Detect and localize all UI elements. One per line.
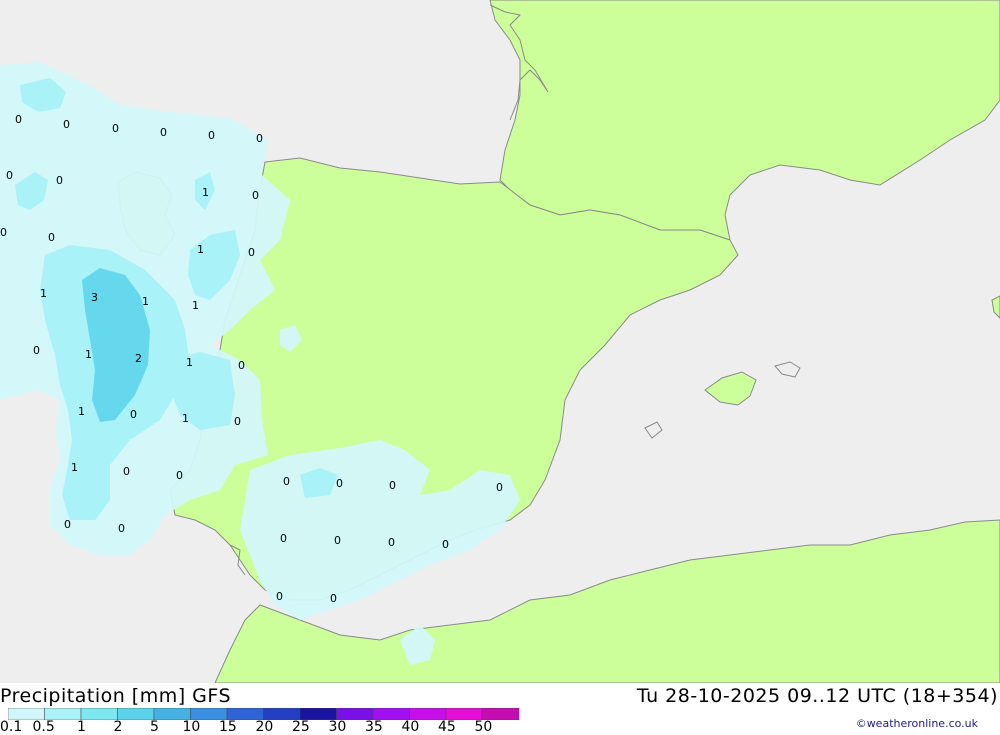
contour-label: 1: [142, 295, 149, 308]
contour-label: 0: [276, 590, 283, 603]
contour-label: 0: [15, 113, 22, 126]
contour-label: 0: [63, 118, 70, 131]
contour-label: 1: [182, 412, 189, 425]
credit-link[interactable]: ©weatheronline.co.uk: [856, 717, 978, 730]
contour-label: 0: [118, 522, 125, 535]
contour-label: 0: [6, 169, 13, 182]
contour-label: 0: [33, 344, 40, 357]
map-footer: Precipitation [mm] GFS Tu 28-10-2025 09.…: [0, 683, 1000, 735]
contour-label: 1: [85, 348, 92, 361]
contour-label: 1: [186, 356, 193, 369]
contour-label: 0: [442, 538, 449, 551]
contour-label: 0: [123, 465, 130, 478]
contour-label: 0: [256, 132, 263, 145]
scale-swatch: [80, 708, 118, 720]
contour-label: 1: [40, 287, 47, 300]
contour-label: 1: [202, 186, 209, 199]
contour-label: 0: [112, 122, 119, 135]
contour-label: 1: [71, 461, 78, 474]
contour-label: 0: [0, 226, 7, 239]
contour-label: 0: [330, 592, 337, 605]
contour-label: 0: [64, 518, 71, 531]
contour-label: 0: [238, 359, 245, 372]
contour-label: 2: [135, 352, 142, 365]
contour-label: 1: [192, 299, 199, 312]
contour-label: 0: [388, 536, 395, 549]
contour-label: 0: [248, 246, 255, 259]
contour-label: 1: [78, 405, 85, 418]
contour-label: 0: [48, 231, 55, 244]
contour-label: 0: [56, 174, 63, 187]
contour-label: 1: [197, 243, 204, 256]
precipitation-map: 0 0 0 0 0 0 0 0 1 0 0 0 1 0 1 3 1 1 0 1 …: [0, 0, 1000, 683]
contour-label: 0: [252, 189, 259, 202]
forecast-datetime: Tu 28-10-2025 09..12 UTC (18+354): [636, 685, 998, 707]
scale-swatch: [117, 708, 155, 720]
map-title: Precipitation [mm] GFS: [0, 685, 232, 707]
contour-label: 0: [283, 475, 290, 488]
contour-label: 0: [496, 481, 503, 494]
contour-label: 0: [176, 469, 183, 482]
contour-label: 3: [91, 291, 98, 304]
contour-label: 0: [336, 477, 343, 490]
contour-label: 0: [130, 408, 137, 421]
contour-label: 0: [280, 532, 287, 545]
contour-label: 0: [334, 534, 341, 547]
contour-label: 0: [160, 126, 167, 139]
contour-label: 0: [208, 129, 215, 142]
contour-label: 0: [389, 479, 396, 492]
contour-label: 0: [234, 415, 241, 428]
